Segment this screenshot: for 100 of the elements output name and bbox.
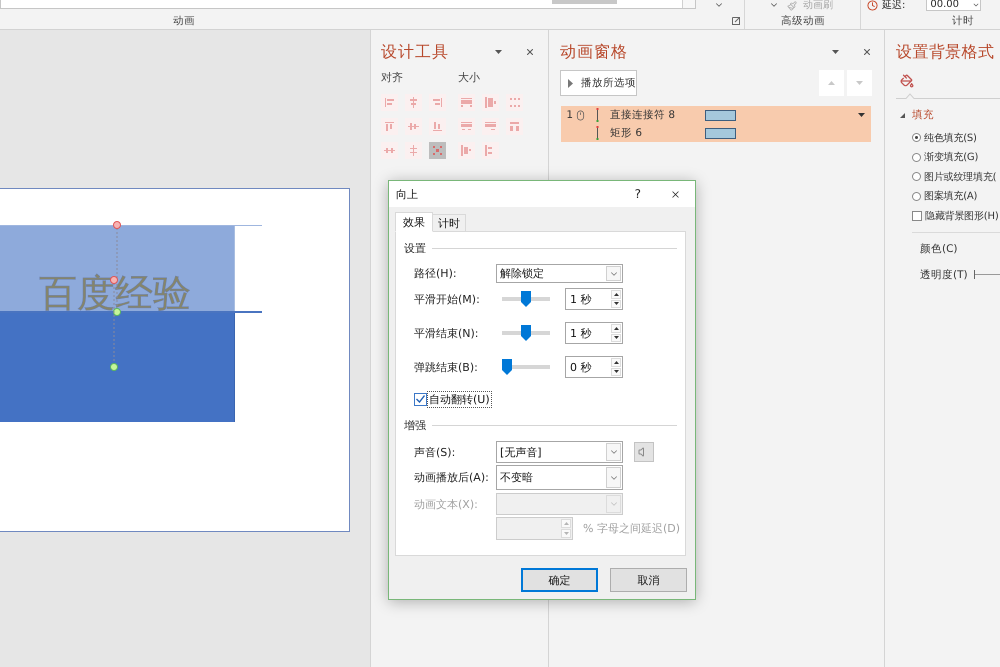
field-label: 路径(H): [414,266,458,281]
order-number: 1 [566,109,573,121]
close-icon[interactable] [525,47,535,57]
checkbox[interactable] [414,392,427,406]
size-icon [461,145,472,156]
spin-field[interactable]: 1 秒 [565,288,623,310]
effect-marker-icon [596,108,599,122]
spin-field[interactable]: 0 秒 [565,356,623,378]
spin-down-button[interactable] [611,368,621,376]
dropdown-toggle[interactable] [606,467,621,488]
sound-preview-button[interactable] [634,442,654,462]
checkbox-label[interactable]: 自动翻转(U) [427,390,492,408]
close-icon[interactable] [862,47,872,57]
triangle-up-icon [564,522,568,525]
spin-down-button[interactable] [611,334,621,342]
option-label[interactable]: 渐变填充(G) [924,150,978,164]
dropdown-field[interactable]: 不变暗 [496,465,623,490]
group-label: 动画 [173,14,195,28]
animation-name[interactable]: 直接连接符 8 [610,108,705,122]
align-icon [408,145,419,156]
group-label: 高级动画 [781,14,825,28]
section-heading: 增强 [404,418,426,432]
align-icon [384,121,395,132]
dialog-launcher-icon[interactable] [732,16,740,24]
triangle-up-icon [614,292,618,296]
size-icon [509,97,520,108]
align-icon [408,97,419,108]
animation-item[interactable]: 矩形 6 [561,124,871,142]
align-icon [384,145,395,156]
effect-marker-icon [596,126,599,140]
pane-title: 设计工具 [381,42,449,62]
dropdown-field[interactable]: 解除锁定 [496,264,623,283]
group-label: 大小 [458,71,481,85]
dialog-button[interactable]: 确定 [521,568,598,592]
play-icon [568,78,573,88]
spin-up-button[interactable] [611,290,621,298]
chevron-down-icon[interactable] [972,1,980,9]
slider-thumb[interactable] [502,359,512,375]
size-icon [461,97,472,108]
spin-up-button[interactable] [611,358,621,366]
field-label: 动画文本(X): [414,496,479,512]
dropdown-toggle[interactable] [606,443,621,461]
close-icon[interactable] [670,188,681,200]
option-label[interactable]: 隐藏背景图形(H) [925,208,999,223]
tab[interactable]: 计时 [432,214,466,232]
checkbox[interactable] [912,210,922,221]
animation-item[interactable]: 1 直接连接符 8 [561,106,871,124]
slider-thumb[interactable] [521,291,531,307]
size-icon [485,97,496,108]
pane-title: 设置背景格式 [896,42,994,62]
clock-icon [867,0,878,11]
option-label[interactable]: 图片或纹理填充( [924,170,996,184]
mouse-icon [575,110,586,120]
triangle-down-icon[interactable] [832,50,839,54]
align-icon [408,121,419,132]
triangle-down-icon[interactable] [858,113,865,117]
spin-up-button[interactable] [611,324,621,332]
triangle-up-icon [614,360,618,364]
color-label: 颜色(C) [920,242,958,256]
field-label: 动画播放后(A): [414,470,490,485]
dialog-button[interactable]: 取消 [610,568,687,592]
field-label: 弹跳结束(B): [414,360,479,374]
align-icon [384,97,395,108]
section-heading[interactable]: 填充 [912,108,934,122]
connector-line[interactable] [0,311,262,313]
animation-name[interactable]: 矩形 6 [610,126,705,140]
option-label[interactable]: 纯色填充(S) [924,130,977,145]
align-button[interactable] [429,142,446,159]
expand-triangle-icon[interactable] [900,112,905,118]
spin-down-button[interactable] [611,300,621,308]
help-button[interactable]: ? [634,187,641,201]
radio-button[interactable] [912,192,921,201]
fill-bucket-icon[interactable] [900,74,914,88]
spin-field[interactable]: 1 秒 [565,322,623,344]
delay-label: 延迟: [882,0,906,11]
radio-button[interactable] [912,172,921,182]
field-label: 平滑开始(M): [414,292,481,306]
dropdown-toggle[interactable] [606,266,621,281]
option-label[interactable]: 图案填充(A) [924,189,978,204]
radio-button[interactable] [912,133,921,142]
tab[interactable]: 效果 [395,212,433,232]
timeline-bar [705,128,736,138]
size-icon [509,121,520,132]
letter-delay-label: % 字母之间延迟(D) [583,521,680,536]
dropdown-field[interactable]: [无声音] [496,441,623,463]
section-heading: 设置 [404,240,426,256]
size-icon [485,121,496,132]
group-label: 对齐 [381,71,404,85]
play-selected-button[interactable]: 播放所选项 [560,70,637,96]
triangle-down-icon [614,336,618,340]
triangle-down-icon[interactable] [495,50,502,54]
field-label: 声音(S): [414,444,456,460]
triangle-down-icon [614,370,618,374]
scrollbar-thumb[interactable] [552,0,617,4]
radio-button[interactable] [912,152,921,162]
align-icon [432,97,443,108]
slider-thumb[interactable] [521,325,531,341]
size-icon [461,121,472,132]
triangle-up-icon [614,326,618,330]
paintbrush-icon [787,0,797,10]
